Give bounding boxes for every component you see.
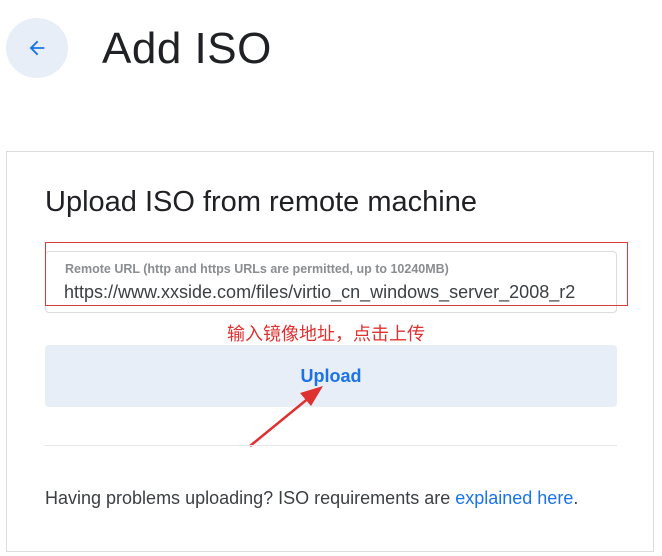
help-text-suffix: . xyxy=(573,488,579,508)
explained-here-link[interactable]: explained here xyxy=(455,488,573,508)
remote-url-label: Remote URL (http and https URLs are perm… xyxy=(65,262,449,276)
help-text: Having problems uploading? ISO requireme… xyxy=(45,488,578,509)
annotation-text: 输入镜像地址，点击上传 xyxy=(227,324,425,345)
card-title: Upload ISO from remote machine xyxy=(45,186,477,218)
arrow-left-icon xyxy=(29,40,45,56)
back-button[interactable] xyxy=(6,18,68,78)
page: Add ISO Upload ISO from remote machine R… xyxy=(0,0,662,556)
upload-card: Upload ISO from remote machine Remote UR… xyxy=(6,151,654,552)
help-text-body: Having problems uploading? ISO requireme… xyxy=(45,488,456,508)
divider xyxy=(45,445,617,446)
remote-url-input[interactable] xyxy=(64,280,604,304)
upload-button[interactable]: Upload xyxy=(45,345,617,407)
page-title: Add ISO xyxy=(102,24,272,73)
remote-url-field[interactable]: Remote URL (http and https URLs are perm… xyxy=(45,251,617,313)
